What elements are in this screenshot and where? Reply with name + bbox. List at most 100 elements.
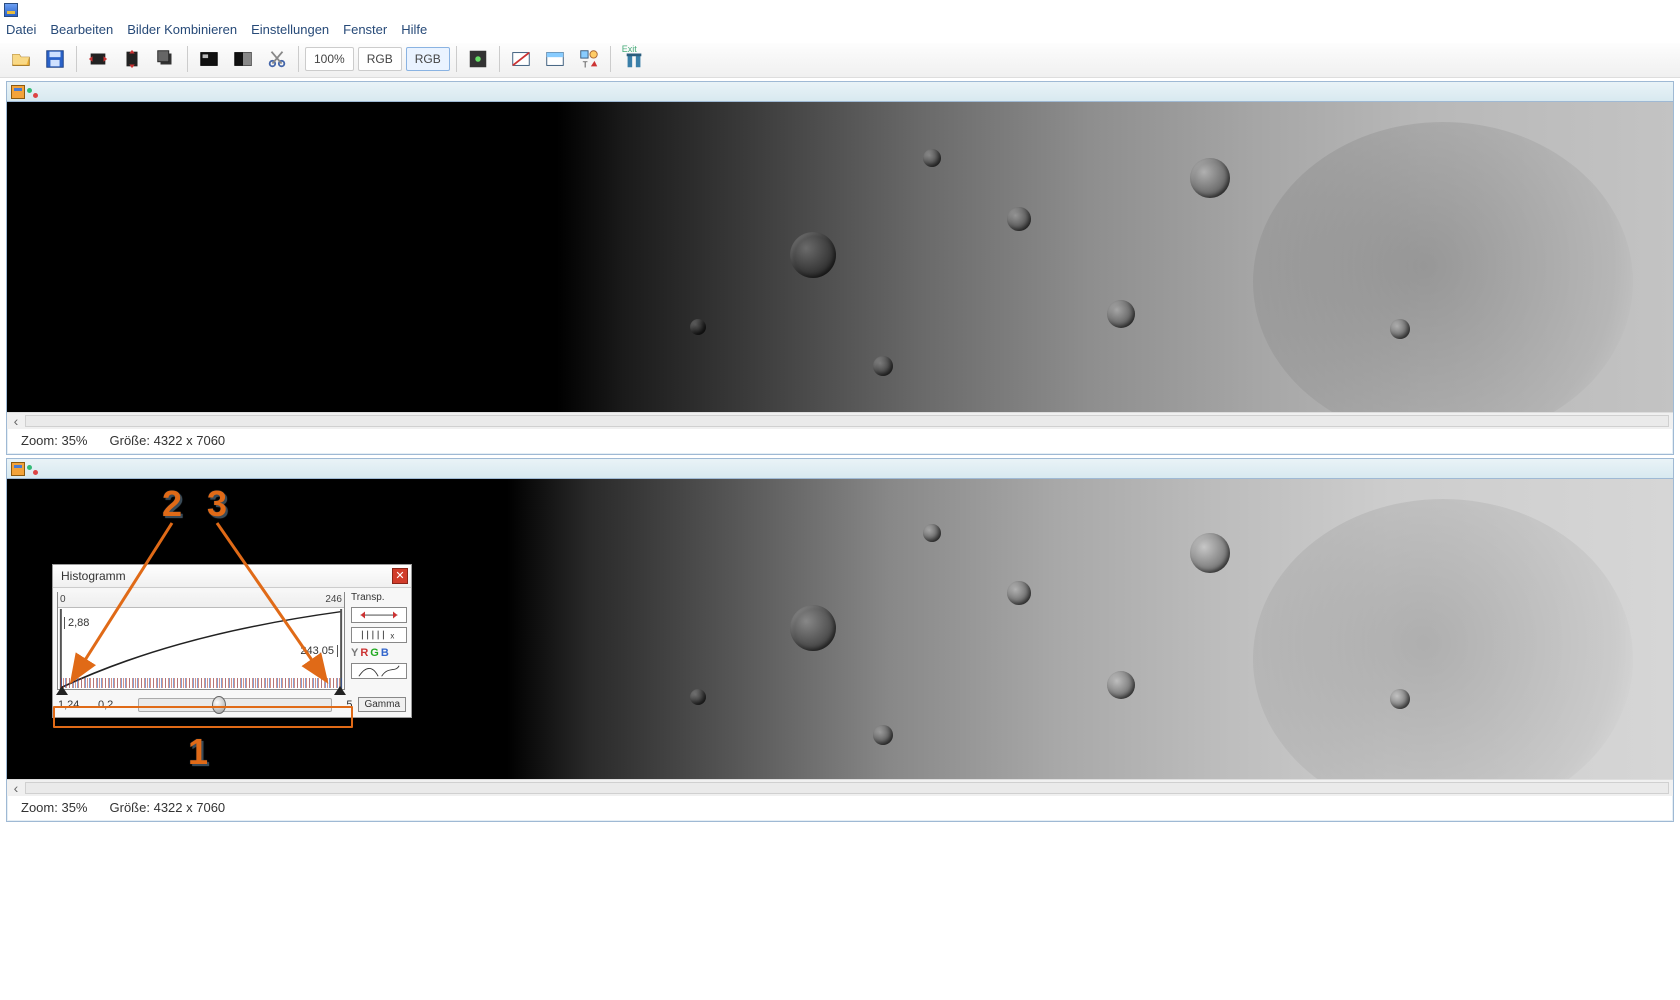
channel-r[interactable]: R xyxy=(360,647,368,659)
pane-tree-icon xyxy=(27,463,39,475)
histogram-dialog[interactable]: Histogramm ✕ 0 246 2,88 243,05 xyxy=(52,564,412,718)
statusbar-top: Zoom: 35% Größe: 4322 x 7060 xyxy=(7,429,1673,454)
toolbar: 100% RGB RGB T Exit xyxy=(0,43,1680,78)
cut-icon[interactable] xyxy=(262,45,292,73)
black-point-value: 2,88 xyxy=(64,617,89,629)
gamma-slider-grip[interactable] xyxy=(212,696,226,714)
zoom-display[interactable]: 100% xyxy=(305,47,354,71)
crater-icon xyxy=(1107,300,1135,328)
view-dark-icon[interactable] xyxy=(194,45,224,73)
crater-icon xyxy=(1107,671,1135,699)
status-zoom-value: 35% xyxy=(61,433,87,448)
status-size: Größe: 4322 x 7060 xyxy=(110,800,226,815)
status-size-label: Größe: xyxy=(110,800,150,815)
scroll-track[interactable] xyxy=(25,782,1669,794)
histogram-axis: 0 246 xyxy=(58,592,344,608)
transp-label: Transp. xyxy=(351,592,407,603)
crater-icon xyxy=(1190,533,1230,573)
gamma-value: 1,24 xyxy=(58,699,92,711)
gamma-max: 5 xyxy=(338,699,352,711)
gamma-min: 0,2 xyxy=(98,699,132,711)
menu-help[interactable]: Hilfe xyxy=(401,22,427,37)
crater-icon xyxy=(1007,207,1031,231)
curve-preset-icon[interactable] xyxy=(351,663,407,679)
pane-bottom-titlebar[interactable] xyxy=(7,459,1673,479)
menu-combine[interactable]: Bilder Kombinieren xyxy=(127,22,237,37)
black-point-slider[interactable] xyxy=(56,686,68,695)
crater-icon xyxy=(790,605,836,651)
image-pane-top: ‹ Zoom: 35% Größe: 4322 x 7060 xyxy=(6,81,1674,455)
status-size: Größe: 4322 x 7060 xyxy=(110,433,226,448)
crater-icon xyxy=(1390,319,1410,339)
exit-label: Exit xyxy=(622,44,637,54)
scrollbar-horizontal[interactable]: ‹ xyxy=(7,779,1673,796)
menu-window[interactable]: Fenster xyxy=(343,22,387,37)
scroll-track[interactable] xyxy=(25,415,1669,427)
crater-icon xyxy=(1190,158,1230,198)
histogram-chart[interactable]: 0 246 2,88 243,05 xyxy=(57,592,345,690)
gamma-button[interactable]: Gamma xyxy=(358,697,406,712)
status-size-value: 4322 x 7060 xyxy=(154,800,226,815)
crater-icon xyxy=(690,689,706,705)
histogram-side-controls: Transp. x Y R G B xyxy=(351,592,407,690)
white-point-slider[interactable] xyxy=(334,686,346,695)
gamma-slider[interactable] xyxy=(138,698,332,712)
close-icon[interactable]: ✕ xyxy=(392,568,408,584)
rgb-mode-1[interactable]: RGB xyxy=(358,47,402,71)
status-zoom-value: 35% xyxy=(61,800,87,815)
app-titlebar xyxy=(0,0,1680,18)
channel-g[interactable]: G xyxy=(370,647,379,659)
svg-text:T: T xyxy=(582,60,587,69)
view-split-icon[interactable] xyxy=(228,45,258,73)
stack-images-icon[interactable] xyxy=(151,45,181,73)
statusbar-bottom: Zoom: 35% Größe: 4322 x 7060 xyxy=(7,796,1673,821)
transp-range-icon[interactable] xyxy=(351,607,407,623)
save-icon[interactable] xyxy=(40,45,70,73)
pane-tree-icon xyxy=(27,86,39,98)
gamma-row: 1,24 0,2 5 Gamma xyxy=(53,694,411,717)
crater-icon xyxy=(1007,581,1031,605)
menubar: Datei Bearbeiten Bilder Kombinieren Eins… xyxy=(0,18,1680,43)
channel-selector[interactable]: Y R G B xyxy=(351,647,407,659)
crater-icon xyxy=(923,149,941,167)
histogram-bars xyxy=(60,678,342,688)
status-size-label: Größe: xyxy=(110,433,150,448)
status-zoom-label: Zoom: xyxy=(21,433,58,448)
crater-icon xyxy=(1390,689,1410,709)
flip-vertical-icon[interactable] xyxy=(117,45,147,73)
channel-b[interactable]: B xyxy=(381,647,389,659)
open-icon[interactable] xyxy=(6,45,36,73)
menu-edit[interactable]: Bearbeiten xyxy=(50,22,113,37)
status-size-value: 4322 x 7060 xyxy=(154,433,226,448)
histogram-titlebar[interactable]: Histogramm ✕ xyxy=(53,565,411,588)
panel-tools-icon[interactable]: T xyxy=(574,45,604,73)
menu-file[interactable]: Datei xyxy=(6,22,36,37)
panel-a-icon[interactable] xyxy=(506,45,536,73)
status-zoom: Zoom: 35% xyxy=(21,433,88,448)
status-zoom: Zoom: 35% xyxy=(21,800,88,815)
pane-top-titlebar[interactable] xyxy=(7,82,1673,102)
exit-button[interactable]: Exit xyxy=(617,45,651,73)
flip-horizontal-icon[interactable] xyxy=(83,45,113,73)
crater-icon xyxy=(690,319,706,335)
svg-text:x: x xyxy=(390,632,394,641)
scrollbar-horizontal[interactable]: ‹ xyxy=(7,412,1673,429)
image-view-top[interactable] xyxy=(7,102,1673,412)
tool-marker-icon[interactable] xyxy=(463,45,493,73)
axis-max: 246 xyxy=(325,594,342,605)
histogram-title-text: Histogramm xyxy=(61,569,126,583)
bars-range-icon[interactable]: x xyxy=(351,627,407,643)
panel-b-icon[interactable] xyxy=(540,45,570,73)
channel-y[interactable]: Y xyxy=(351,647,358,659)
scroll-left-icon[interactable]: ‹ xyxy=(9,413,23,429)
app-icon xyxy=(4,3,18,17)
crater-icon xyxy=(790,232,836,278)
scroll-left-icon[interactable]: ‹ xyxy=(9,780,23,796)
pane-file-icon xyxy=(11,85,25,99)
image-view-bottom[interactable]: Histogramm ✕ 0 246 2,88 243,05 xyxy=(7,479,1673,779)
rgb-mode-2[interactable]: RGB xyxy=(406,47,450,71)
pane-file-icon xyxy=(11,462,25,476)
status-zoom-label: Zoom: xyxy=(21,800,58,815)
menu-settings[interactable]: Einstellungen xyxy=(251,22,329,37)
axis-min: 0 xyxy=(60,594,66,605)
